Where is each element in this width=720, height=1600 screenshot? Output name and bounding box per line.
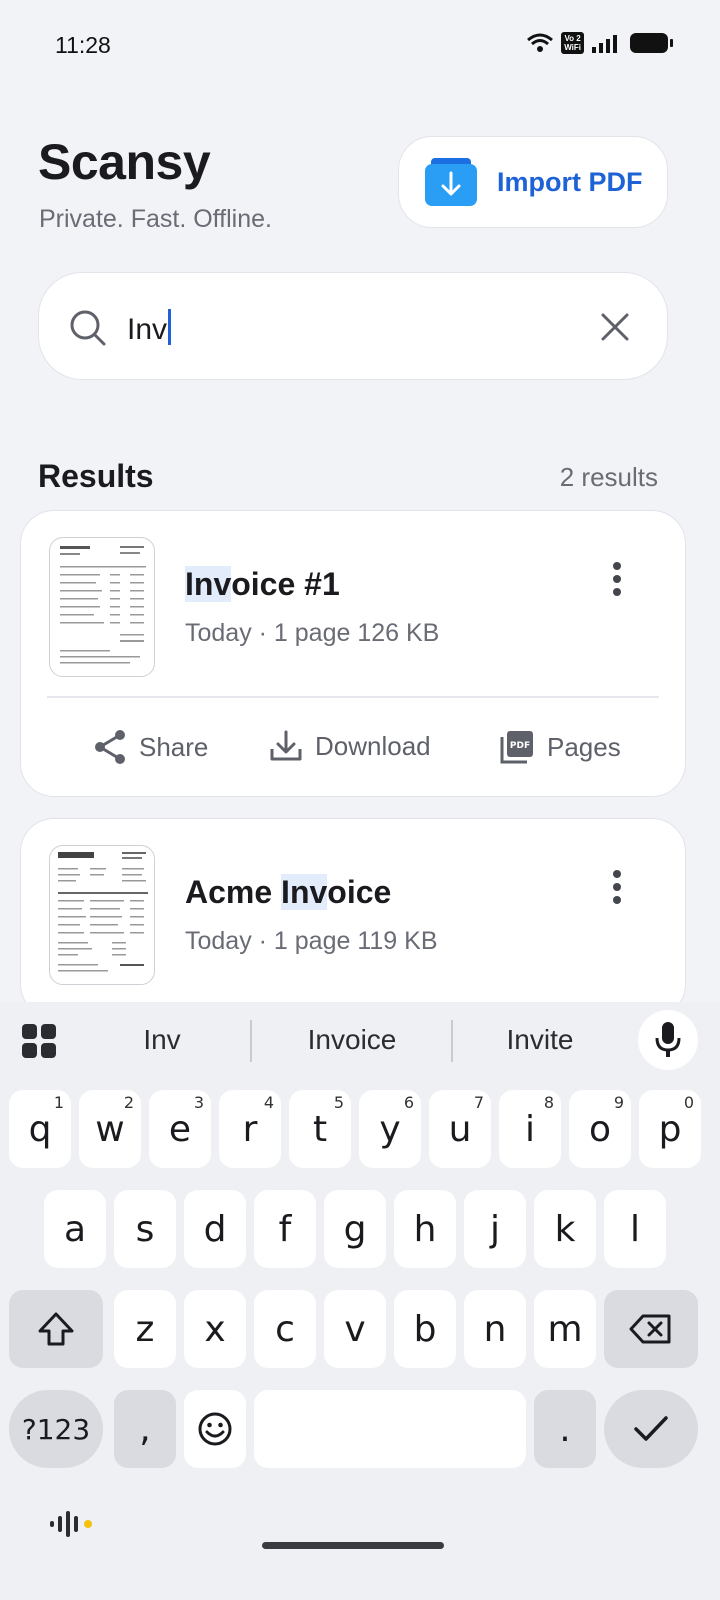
suggestion-3[interactable]: Invite <box>450 1024 630 1056</box>
key-t[interactable]: t5 <box>289 1090 351 1168</box>
key-k[interactable]: k <box>534 1190 596 1268</box>
on-screen-keyboard: Inv Invoice Invite q1 w2 e3 r4 t5 y6 u7 … <box>0 1002 720 1600</box>
pages-button[interactable]: PDF Pages <box>499 729 621 765</box>
share-button[interactable]: Share <box>93 729 208 765</box>
suggestion-1[interactable]: Inv <box>72 1024 252 1056</box>
key-l[interactable]: l <box>604 1190 666 1268</box>
key-d[interactable]: d <box>184 1190 246 1268</box>
voice-typing-icon[interactable] <box>50 1510 96 1538</box>
document-name[interactable]: Invoice #1 <box>185 566 340 603</box>
key-o[interactable]: o9 <box>569 1090 631 1168</box>
period-key[interactable]: . <box>534 1390 596 1468</box>
svg-text:PDF: PDF <box>510 741 530 751</box>
document-preview-icon <box>58 852 148 972</box>
search-match-highlight: Inv <box>281 874 328 910</box>
key-q[interactable]: q1 <box>9 1090 71 1168</box>
enter-key[interactable] <box>604 1390 698 1468</box>
result-card[interactable]: Invoice #1 Today · 1 page 126 KB Share D… <box>20 510 686 797</box>
key-a[interactable]: a <box>44 1190 106 1268</box>
key-y[interactable]: y6 <box>359 1090 421 1168</box>
key-f[interactable]: f <box>254 1190 316 1268</box>
key-j[interactable]: j <box>464 1190 526 1268</box>
key-x[interactable]: x <box>184 1290 246 1368</box>
results-title: Results <box>38 458 154 494</box>
pdf-icon: PDF <box>500 731 533 764</box>
document-thumbnail[interactable] <box>49 537 155 677</box>
card-divider <box>47 696 659 698</box>
import-pdf-label: Import PDF <box>497 166 643 197</box>
key-p[interactable]: p0 <box>639 1090 701 1168</box>
share-icon <box>95 730 125 764</box>
backspace-key[interactable] <box>604 1290 698 1368</box>
key-b[interactable]: b <box>394 1290 456 1368</box>
volte-badge: Vo 2 WiFi <box>561 32 584 54</box>
key-z[interactable]: z <box>114 1290 176 1368</box>
more-vert-icon[interactable] <box>611 561 623 597</box>
comma-key[interactable]: , <box>114 1390 176 1468</box>
document-meta: Today · 1 page 119 KB <box>185 927 438 955</box>
document-name[interactable]: Acme Invoice <box>185 874 391 911</box>
shift-key[interactable] <box>9 1290 103 1368</box>
text-caret <box>168 309 172 345</box>
key-u[interactable]: u7 <box>429 1090 491 1168</box>
emoji-icon <box>198 1412 232 1446</box>
folder-download-icon <box>425 158 477 206</box>
backspace-icon <box>629 1314 671 1344</box>
checkmark-icon <box>634 1416 668 1441</box>
apps-grid-icon[interactable] <box>22 1024 56 1058</box>
status-bar: 11:28 Vo 2 WiFi <box>0 0 720 92</box>
search-icon <box>70 310 106 346</box>
emoji-key[interactable] <box>184 1390 246 1468</box>
home-indicator[interactable] <box>262 1542 444 1549</box>
suggestion-bar: Inv Invoice Invite <box>0 1002 720 1080</box>
key-w[interactable]: w2 <box>79 1090 141 1168</box>
search-match-highlight: Inv <box>185 566 232 602</box>
symbols-key[interactable]: ?123 <box>9 1390 103 1468</box>
wifi-icon <box>527 33 554 52</box>
import-pdf-button[interactable]: Import PDF <box>398 136 668 228</box>
status-icons: Vo 2 WiFi <box>527 32 673 54</box>
more-vert-icon[interactable] <box>611 869 623 905</box>
key-h[interactable]: h <box>394 1190 456 1268</box>
app-subtitle: Private. Fast. Offline. <box>39 205 272 233</box>
suggestion-2[interactable]: Invoice <box>262 1024 442 1056</box>
signal-icon <box>592 35 617 53</box>
key-m[interactable]: m <box>534 1290 596 1368</box>
result-card[interactable]: Acme Invoice Today · 1 page 119 KB <box>20 818 686 1018</box>
key-g[interactable]: g <box>324 1190 386 1268</box>
search-field[interactable]: Inv <box>38 272 668 380</box>
search-input-text[interactable]: Inv <box>127 309 172 347</box>
shift-icon <box>38 1312 74 1346</box>
download-icon <box>270 730 302 761</box>
key-r[interactable]: r4 <box>219 1090 281 1168</box>
key-s[interactable]: s <box>114 1190 176 1268</box>
status-time: 11:28 <box>55 32 111 58</box>
document-meta: Today · 1 page 126 KB <box>185 619 440 647</box>
results-count: 2 results <box>559 462 658 492</box>
document-preview-icon <box>60 546 146 664</box>
key-e[interactable]: e3 <box>149 1090 211 1168</box>
mic-icon <box>655 1022 681 1057</box>
clear-icon[interactable] <box>599 311 631 343</box>
download-button[interactable]: Download <box>269 729 431 763</box>
key-c[interactable]: c <box>254 1290 316 1368</box>
space-key[interactable] <box>254 1390 526 1468</box>
battery-icon <box>630 33 673 53</box>
app-title: Scansy <box>38 134 211 190</box>
key-v[interactable]: v <box>324 1290 386 1368</box>
voice-input-button[interactable] <box>638 1010 698 1070</box>
key-n[interactable]: n <box>464 1290 526 1368</box>
suggestion-divider <box>250 1020 252 1062</box>
key-i[interactable]: i8 <box>499 1090 561 1168</box>
document-thumbnail[interactable] <box>49 845 155 985</box>
